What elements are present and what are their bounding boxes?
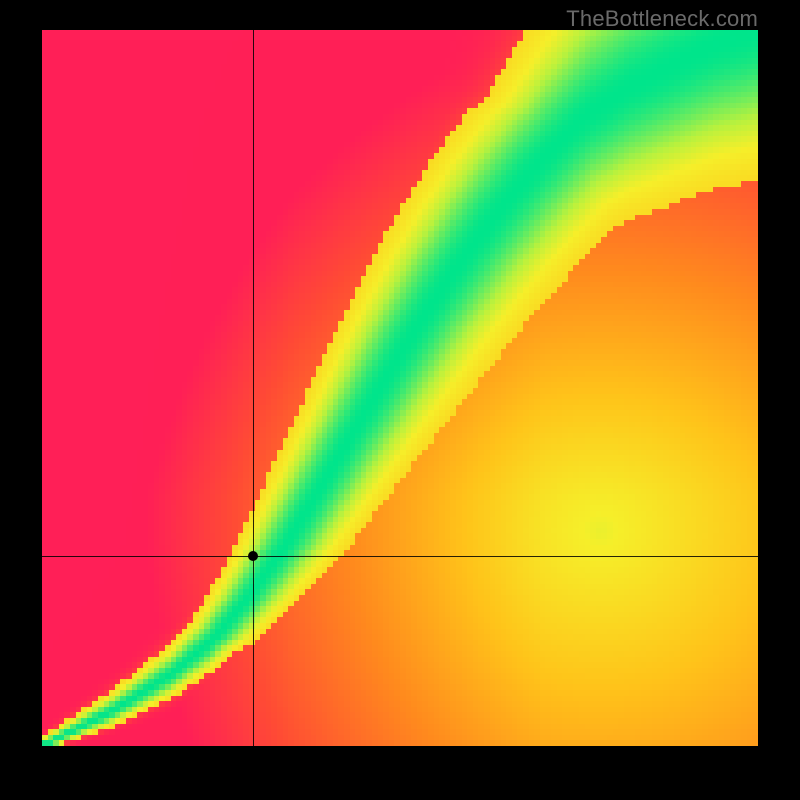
chart-frame: TheBottleneck.com — [0, 0, 800, 800]
plot-area — [42, 30, 758, 746]
watermark-text: TheBottleneck.com — [566, 6, 758, 32]
heatmap-canvas — [42, 30, 758, 746]
